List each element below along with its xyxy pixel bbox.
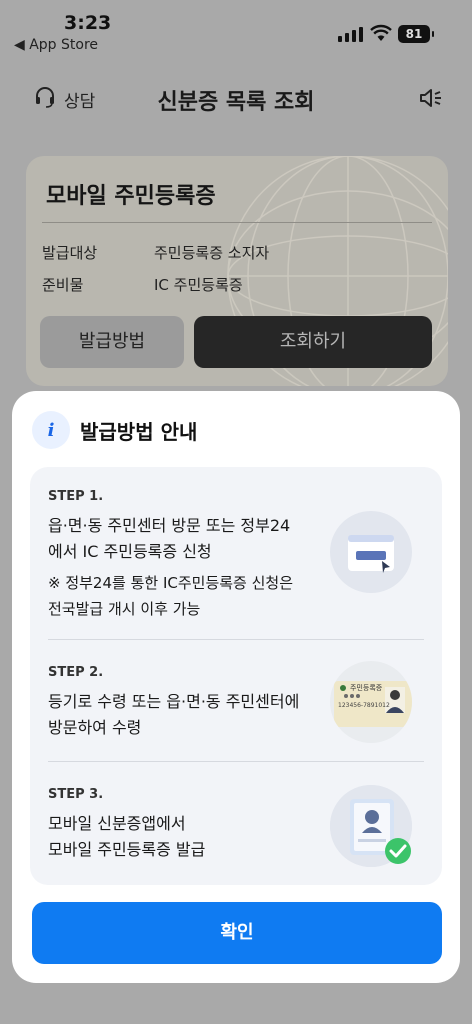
card-title: 모바일 주민등록증	[46, 184, 216, 209]
step-text-line: 에서 IC 주민등록증 신청	[48, 542, 212, 561]
web-application-illustration	[330, 511, 412, 593]
step-note-line: 전국발급 개시 이후 가능	[48, 600, 201, 618]
back-to-app-store-link[interactable]: ◀ App Store	[14, 37, 98, 53]
steps-panel: STEP 1. 읍·면·동 주민센터 방문 또는 정부24 에서 IC 주민등록…	[30, 467, 442, 885]
step-note-line: ※ 정부24를 통한 IC주민등록증 신청은	[48, 574, 294, 592]
status-bar: 3:23 ◀ App Store 81	[0, 0, 472, 60]
sheet-header: i 발급방법 안내	[32, 411, 197, 449]
card-row-value: 주민등록증 소지자	[154, 244, 270, 262]
card-row-label: 발급대상	[42, 244, 98, 262]
card-divider	[42, 222, 432, 223]
step-divider	[48, 761, 424, 762]
top-header: 상담 신분증 목록 조회	[0, 72, 472, 124]
step-label: STEP 2.	[48, 665, 104, 680]
step-text-line: 등기로 수령 또는 읍·면·동 주민센터에	[48, 692, 300, 711]
page-title: 신분증 목록 조회	[157, 90, 315, 115]
card-illustration-title: 주민등록증	[350, 684, 383, 692]
battery-icon: 81	[398, 25, 434, 43]
card-row-target: 발급대상 주민등록증 소지자	[42, 242, 269, 263]
step-text-line: 모바일 주민등록증 발급	[48, 840, 206, 859]
speaker-icon[interactable]	[418, 86, 444, 114]
confirm-button[interactable]: 확인	[32, 902, 442, 964]
step-label: STEP 1.	[48, 489, 104, 504]
issue-method-sheet: i 발급방법 안내 STEP 1. 읍·면·동 주민센터 방문 또는 정부24 …	[12, 391, 460, 983]
step-text-line: 모바일 신분증앱에서	[48, 814, 186, 833]
mobile-id-issued-illustration	[330, 785, 412, 867]
sheet-title: 발급방법 안내	[80, 419, 198, 444]
issue-method-button[interactable]: 발급방법	[40, 316, 184, 368]
resident-card-illustration: 주민등록증 123456-7891012	[330, 661, 412, 743]
mobile-id-card[interactable]: 모바일 주민등록증 발급대상 주민등록증 소지자 준비물 IC 주민등록증 발급…	[26, 156, 448, 386]
card-illustration-number: 123456-7891012	[338, 702, 390, 709]
step-divider	[48, 639, 424, 640]
info-icon: i	[32, 411, 70, 449]
card-row-value: IC 주민등록증	[154, 276, 243, 294]
wifi-icon	[370, 24, 392, 46]
card-row-label: 준비물	[42, 276, 84, 294]
cellular-signal-icon	[338, 26, 363, 42]
step-label: STEP 3.	[48, 787, 104, 802]
step-text-line: 방문하여 수령	[48, 718, 142, 737]
card-row-materials: 준비물 IC 주민등록증	[42, 274, 243, 295]
lookup-button[interactable]: 조회하기	[194, 316, 432, 368]
step-text-line: 읍·면·동 주민센터 방문 또는 정부24	[48, 516, 291, 535]
status-time: 3:23	[64, 12, 112, 34]
